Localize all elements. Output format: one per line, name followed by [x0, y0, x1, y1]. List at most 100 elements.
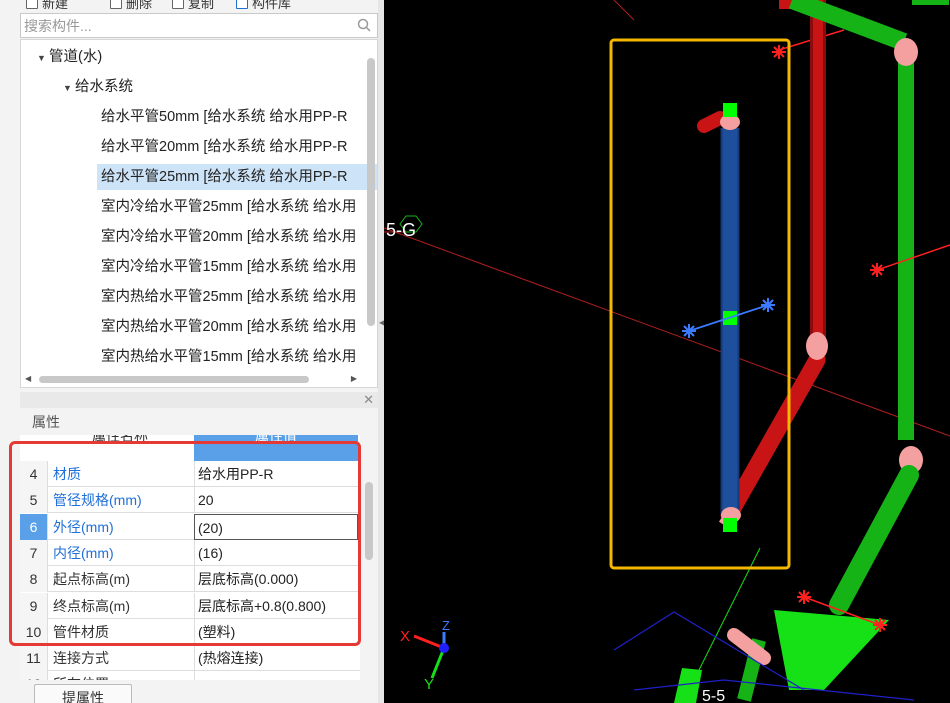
- tree-item-label: 室内热给水平管15mm [给水系统 给水用: [101, 349, 357, 365]
- tree-item-label: 室内热给水平管25mm [给水系统 给水用: [101, 289, 357, 305]
- extract-properties-button[interactable]: 提属性: [34, 684, 132, 703]
- 3d-scene[interactable]: [384, 0, 950, 703]
- property-value[interactable]: 20: [194, 487, 358, 514]
- blue-asterisk-marker-left[interactable]: [682, 324, 696, 338]
- grip-top[interactable]: [723, 103, 737, 117]
- property-name: 内径(mm): [53, 544, 114, 561]
- tree-item-component[interactable]: 给水平管25mm [给水系统 给水用PP-R: [97, 164, 377, 190]
- property-row[interactable]: 5 管径规格(mm) 20: [20, 487, 360, 514]
- axis-z-label: Z: [442, 618, 450, 633]
- properties-table: 属性名称 属性值 4 材质 给水用PP-R 5 管径规格(mm) 20 6 外径(mm) (20…: [20, 435, 360, 680]
- tree-item-component[interactable]: 室内冷给水平管15mm [给水系统 给水用: [97, 254, 377, 280]
- tree-item-label: 室内冷给水平管15mm [给水系统 给水用: [101, 259, 357, 275]
- tree-node-water-system[interactable]: ▼ 给水系统: [63, 74, 377, 101]
- property-row[interactable]: 4 材质 给水用PP-R: [20, 461, 360, 487]
- expand-arrow-icon[interactable]: ▼: [37, 45, 49, 71]
- tree-item-label: 给水平管25mm [给水系统 给水用PP-R: [101, 169, 348, 185]
- property-row-number: 7: [20, 539, 48, 566]
- property-value[interactable]: (热熔连接): [194, 645, 358, 672]
- property-row-number: 11: [20, 645, 48, 672]
- tree-item-component[interactable]: 给水平管50mm [给水系统 给水用PP-R: [97, 104, 377, 130]
- property-value[interactable]: [194, 671, 358, 680]
- property-row[interactable]: 9 终点标高(m) 层底标高+0.8(0.800): [20, 592, 360, 619]
- new-button[interactable]: 新建: [26, 0, 68, 12]
- component-toolbar: 新建 删除 复制 构件库: [0, 0, 384, 12]
- column-header-value: 属性值: [194, 435, 358, 461]
- scroll-left-icon[interactable]: ◀: [25, 374, 31, 383]
- delete-icon: [110, 0, 122, 9]
- grid-axis-line: [384, 227, 950, 437]
- tree-horizontal-scrollbar[interactable]: ◀ ▶: [25, 373, 361, 385]
- axis-y-label: Y: [424, 676, 435, 693]
- property-row-number: 9: [20, 592, 48, 619]
- component-library-button[interactable]: 构件库: [236, 0, 291, 12]
- property-value[interactable]: 层底标高+0.8(0.800): [194, 592, 358, 619]
- properties-vertical-scrollbar[interactable]: [365, 482, 373, 560]
- property-name: 管件材质: [53, 623, 109, 640]
- property-row[interactable]: 7 内径(mm) (16): [20, 539, 360, 566]
- green-pipe-lower-fitting: [727, 628, 771, 665]
- property-name: 终点标高(m): [53, 597, 130, 614]
- tree-item-component[interactable]: 室内热给水平管20mm [给水系统 给水用: [97, 314, 377, 340]
- red-asterisk-marker-bottom-left: [797, 590, 811, 604]
- component-tree: ▼ 管道(水) ▼ 给水系统 给水平管50mm [给水系统 给水用PP-R 给水平管2…: [20, 39, 378, 388]
- property-row[interactable]: 8 起点标高(m) 层底标高(0.000): [20, 566, 360, 593]
- tree-vertical-scrollbar[interactable]: [367, 58, 375, 326]
- tree-item-component[interactable]: 室内热给水平管25mm [给水系统 给水用: [97, 284, 377, 310]
- property-value[interactable]: (16): [194, 539, 358, 566]
- new-icon: [26, 0, 38, 9]
- tree-node-pipes[interactable]: ▼ 管道(水): [37, 44, 377, 70]
- property-value[interactable]: (20): [194, 513, 358, 540]
- property-name: 连接方式: [53, 650, 109, 667]
- property-name: 材质: [53, 466, 81, 482]
- property-row-number: 5: [20, 487, 48, 514]
- left-panel: 新建 删除 复制 构件库 ▼管道(水) ▼给水系统 给水平管50mm [给水系统…: [0, 0, 385, 703]
- copy-button[interactable]: 复制: [172, 0, 214, 12]
- grid-line: [613, 0, 635, 21]
- tree-item-label: 室内冷给水平管20mm [给水系统 给水用: [101, 229, 357, 245]
- 3d-viewport[interactable]: 5-G 5-5 X Y Z: [384, 0, 950, 703]
- expand-arrow-icon[interactable]: ▼: [63, 75, 75, 101]
- property-name: 外径(mm): [53, 518, 114, 535]
- property-row-number: 10: [20, 618, 48, 645]
- delete-button[interactable]: 删除: [110, 0, 152, 12]
- library-icon: [236, 0, 248, 9]
- close-icon[interactable]: ✕: [363, 392, 374, 408]
- property-row[interactable]: 6 外径(mm) (20): [20, 513, 360, 540]
- search-icon[interactable]: [357, 18, 371, 32]
- property-name: 所在位置: [53, 671, 109, 680]
- red-asterisk-marker-bottom-right: [873, 618, 887, 632]
- property-row[interactable]: 12 所在位置: [20, 671, 360, 680]
- property-value[interactable]: 给水用PP-R: [194, 461, 358, 487]
- property-row[interactable]: 10 管件材质 (塑料): [20, 618, 360, 645]
- axis-gizmo-icon: [413, 632, 449, 679]
- blue-asterisk-marker-right[interactable]: [761, 298, 775, 312]
- property-name: 管径规格(mm): [53, 492, 142, 509]
- tree-item-component[interactable]: 室内冷给水平管25mm [给水系统 给水用: [97, 194, 377, 220]
- red-pipe-diagonal: [720, 351, 826, 524]
- property-row-number: 6: [20, 513, 48, 540]
- section-label: 5-5: [702, 688, 726, 703]
- search-box: [20, 13, 378, 38]
- property-value[interactable]: 层底标高(0.000): [194, 566, 358, 593]
- tree-hscroll-thumb[interactable]: [39, 376, 309, 383]
- green-pipe-elbow: [894, 38, 918, 66]
- green-pipe-diagonal: [829, 465, 919, 615]
- property-row-number: 12: [20, 671, 48, 680]
- properties-column-header: 属性名称 属性值: [20, 435, 360, 461]
- grip-bottom[interactable]: [723, 518, 737, 532]
- tree-item-component[interactable]: 室内热给水平管15mm [给水系统 给水用: [97, 344, 377, 370]
- scroll-right-icon[interactable]: ▶: [351, 374, 357, 383]
- tree-item-component[interactable]: 室内冷给水平管20mm [给水系统 给水用: [97, 224, 377, 250]
- properties-title: 属性: [32, 414, 60, 430]
- tree-item-label: 给水平管20mm [给水系统 给水用PP-R: [101, 139, 348, 155]
- search-input[interactable]: [24, 16, 344, 35]
- red-pipe-elbow: [806, 332, 828, 360]
- red-asterisk-marker-top: [772, 45, 786, 59]
- tree-item-component[interactable]: 给水平管20mm [给水系统 给水用PP-R: [97, 134, 377, 160]
- property-value[interactable]: (塑料): [194, 618, 358, 645]
- tree-item-label: 室内热给水平管20mm [给水系统 给水用: [101, 319, 357, 335]
- tree-item-label: 给水平管50mm [给水系统 给水用PP-R: [101, 109, 348, 125]
- axis-x-label: X: [400, 628, 411, 645]
- property-row[interactable]: 11 连接方式 (热熔连接): [20, 645, 360, 672]
